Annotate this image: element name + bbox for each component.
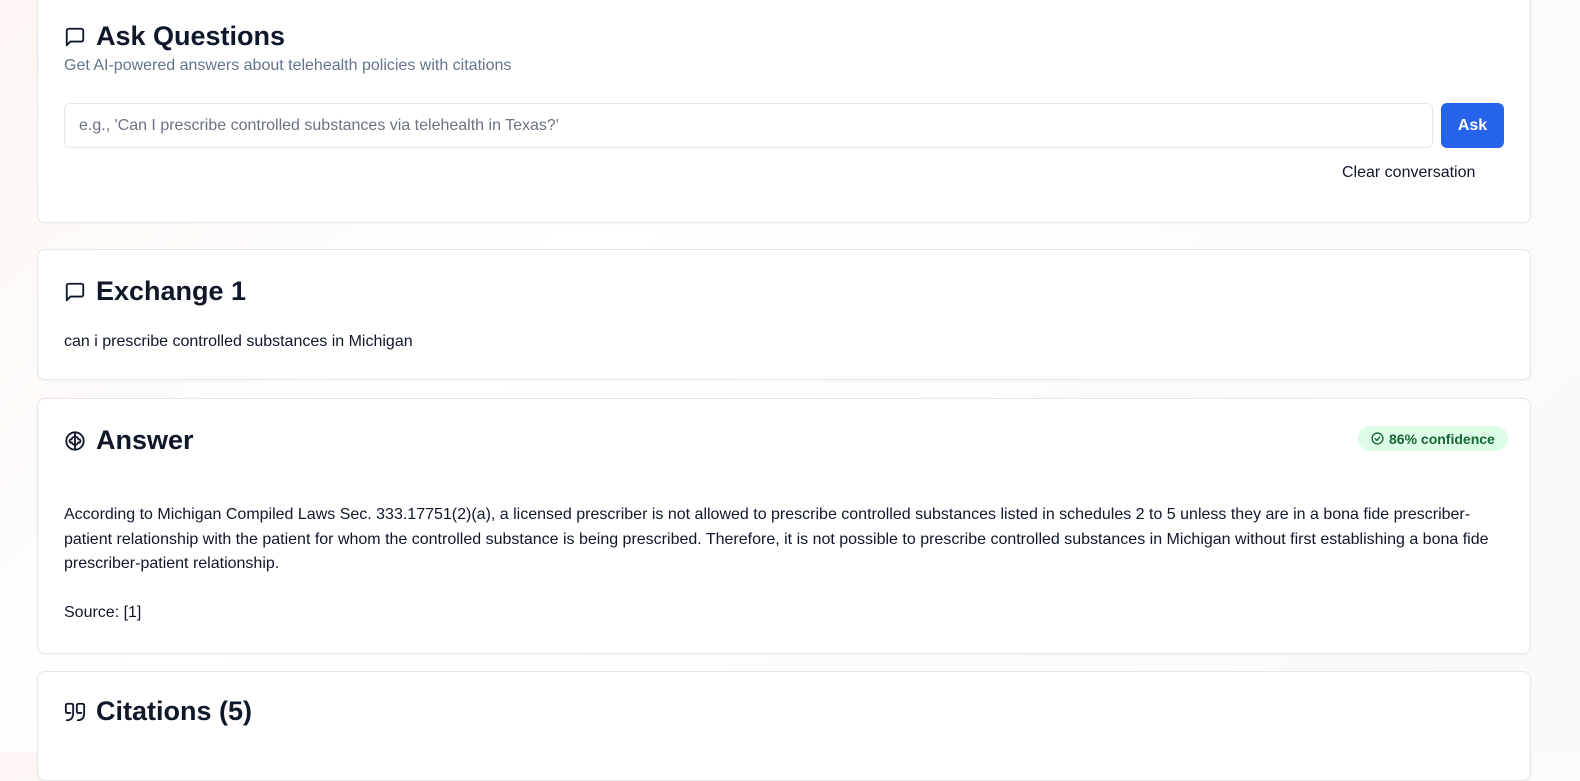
answer-body: According to Michigan Compiled Laws Sec.… bbox=[64, 506, 1489, 572]
exchange-question: can i prescribe controlled substances in… bbox=[64, 333, 413, 350]
check-circle-icon bbox=[1371, 432, 1384, 445]
exchange-card: Exchange 1 can i prescribe controlled su… bbox=[37, 249, 1531, 380]
answer-header: Answer bbox=[64, 425, 194, 456]
exchange-title: Exchange 1 bbox=[96, 276, 247, 306]
answer-title: Answer bbox=[96, 425, 194, 455]
message-square-icon bbox=[65, 27, 85, 46]
brain-icon bbox=[65, 430, 85, 451]
ask-questions-subtitle: Get AI-powered answers about telehealth … bbox=[64, 57, 512, 74]
quote-icon bbox=[64, 702, 86, 721]
confidence-badge: 86% confidence bbox=[1358, 426, 1508, 451]
citations-header: Citations (5) bbox=[64, 696, 252, 727]
exchange-header: Exchange 1 bbox=[64, 276, 246, 307]
question-input[interactable] bbox=[64, 103, 1433, 148]
clear-conversation-button[interactable]: Clear conversation bbox=[1342, 164, 1475, 182]
message-square-icon bbox=[65, 282, 85, 301]
confidence-label: 86% confidence bbox=[1389, 430, 1495, 447]
ask-button[interactable]: Ask bbox=[1441, 103, 1504, 148]
ask-questions-card: Ask Questions Get AI-powered answers abo… bbox=[37, 0, 1531, 223]
ask-questions-title: Ask Questions bbox=[96, 21, 286, 51]
citations-card: Citations (5) bbox=[37, 671, 1531, 781]
answer-source: Source: [1] bbox=[64, 604, 142, 621]
answer-card: Answer 86% confidence According to Michi… bbox=[37, 398, 1531, 654]
citations-title: Citations (5) bbox=[96, 696, 253, 726]
ask-questions-header: Ask Questions bbox=[64, 21, 285, 52]
